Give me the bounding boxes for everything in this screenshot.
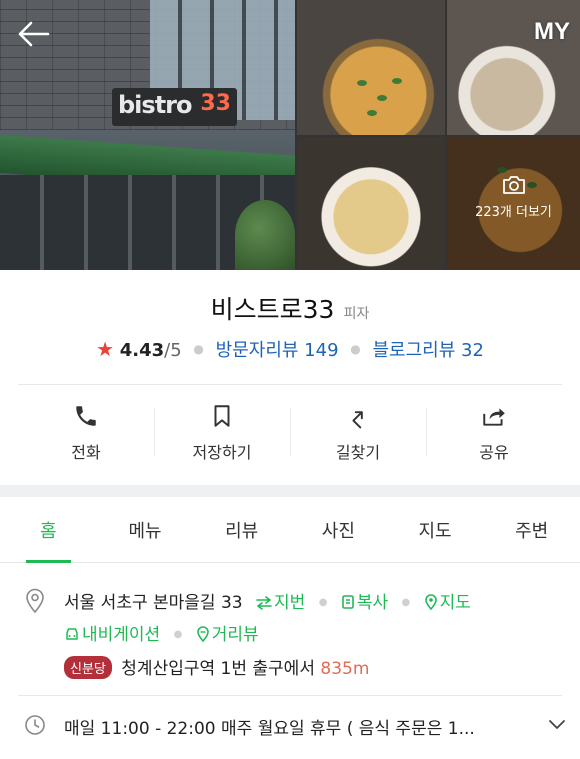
arrow-left-icon <box>18 21 50 47</box>
station-exit: 1번 출구에서 <box>220 659 315 679</box>
save-label: 저장하기 <box>192 442 252 462</box>
navigation-line: 내비게이션 ● 거리뷰 <box>64 620 259 645</box>
copy-icon <box>342 595 354 609</box>
rating-score: 4.43 <box>119 340 165 361</box>
tab-reviews[interactable]: 리뷰 <box>193 497 290 562</box>
call-button[interactable]: 전화 <box>18 390 154 475</box>
visitor-reviews-link[interactable]: 방문자리뷰 149 <box>216 340 339 361</box>
share-label: 공유 <box>479 442 509 462</box>
section-separator <box>0 485 580 497</box>
place-category: 피자 <box>343 306 370 322</box>
more-photos-button[interactable]: 223개 더보기 <box>447 175 580 220</box>
photo-gallery[interactable]: bistro 33 MY 223개 더보기 <box>0 0 580 270</box>
divider <box>18 384 562 385</box>
street-view-icon <box>196 626 209 642</box>
camera-icon <box>502 176 525 194</box>
business-hours-row[interactable]: 매일 11:00 - 22:00 매주 월요일 휴무 ( 음식 주문은 1... <box>0 712 580 742</box>
my-button[interactable]: MY <box>534 18 570 46</box>
car-icon <box>66 628 78 640</box>
star-icon: ★ <box>96 337 114 361</box>
tab-bar: 홈 메뉴 리뷰 사진 지도 주변 <box>0 497 580 563</box>
directions-icon <box>352 410 363 428</box>
share-button[interactable]: 공유 <box>426 390 562 475</box>
tab-home[interactable]: 홈 <box>0 497 97 563</box>
tab-map[interactable]: 지도 <box>387 497 484 562</box>
divider <box>18 695 562 696</box>
phone-icon <box>76 405 96 426</box>
bookmark-icon <box>214 404 230 427</box>
storefront-sign: bistro 33 <box>112 88 237 126</box>
map-pin-icon <box>424 594 437 610</box>
pasta-photo[interactable] <box>297 137 445 270</box>
business-hours-text: 매일 11:00 - 22:00 매주 월요일 휴무 ( 음식 주문은 1... <box>64 719 475 739</box>
rating-scale: /5 <box>164 340 182 361</box>
address-line: 서울 서초구 본마을길 33 지번 ● 복사 ● 지도 <box>64 593 471 613</box>
save-button[interactable]: 저장하기 <box>154 390 290 475</box>
place-name: 비스트로33 <box>210 295 335 324</box>
jibun-button[interactable]: 지번 <box>256 593 311 613</box>
share-icon <box>483 407 505 426</box>
copy-button[interactable]: 복사 <box>341 593 394 613</box>
rating-row: ★ 4.43/5 ● 방문자리뷰 149 ● 블로그리뷰 32 <box>96 337 484 361</box>
subway-line-badge: 신분당 <box>64 656 112 679</box>
street-view-button[interactable]: 거리뷰 <box>196 625 259 645</box>
station-name: 청계산입구역 <box>121 659 216 679</box>
pizza-photo[interactable] <box>297 0 445 135</box>
tab-menu[interactable]: 메뉴 <box>97 497 194 562</box>
action-bar: 전화 저장하기 길찾기 공유 <box>18 390 562 475</box>
map-button[interactable]: 지도 <box>424 593 471 613</box>
directions-label: 길찾기 <box>335 442 381 462</box>
address-text: 서울 서초구 본마을길 33 <box>64 593 243 613</box>
blog-reviews-link[interactable]: 블로그리뷰 32 <box>372 340 483 361</box>
tab-photos[interactable]: 사진 <box>290 497 387 562</box>
swap-icon <box>256 596 272 610</box>
more-photos-label: 223개 더보기 <box>475 205 552 220</box>
directions-button[interactable]: 길찾기 <box>290 390 426 475</box>
chevron-down-icon[interactable] <box>548 718 566 730</box>
back-button[interactable] <box>16 18 56 54</box>
tab-nearby[interactable]: 주변 <box>483 497 580 562</box>
navigation-button[interactable]: 내비게이션 <box>64 625 166 645</box>
place-title-row: 비스트로33 피자 <box>0 290 580 326</box>
clock-icon <box>25 715 45 735</box>
station-line: 신분당 청계산입구역 1번 출구에서 835m <box>64 654 369 679</box>
call-label: 전화 <box>71 442 101 462</box>
location-pin-icon <box>26 588 44 614</box>
station-distance: 835m <box>320 659 370 679</box>
